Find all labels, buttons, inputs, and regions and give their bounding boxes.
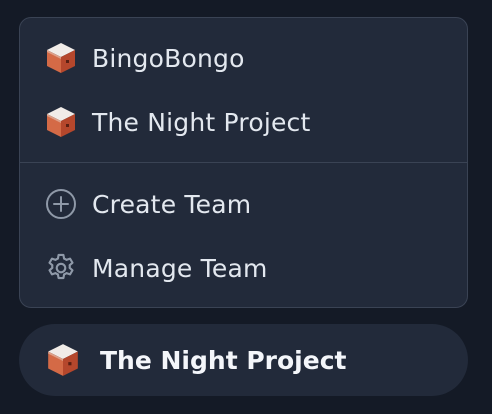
create-team-label: Create Team	[92, 189, 252, 219]
team-switcher: BingoBongo The Night Project Create Team…	[0, 0, 492, 414]
manage-team-button[interactable]: Manage Team	[20, 240, 467, 296]
gear-icon	[44, 251, 78, 285]
team-cube-icon	[44, 41, 78, 75]
menu-divider	[20, 162, 467, 163]
manage-team-label: Manage Team	[92, 253, 268, 283]
menu-item-bingobongo[interactable]: BingoBongo	[20, 30, 467, 86]
team-cube-icon	[44, 105, 78, 139]
menu-item-label: The Night Project	[92, 107, 311, 137]
team-dropdown-menu: BingoBongo The Night Project Create Team…	[19, 17, 468, 308]
current-team-button[interactable]: The Night Project	[19, 324, 468, 396]
menu-item-label: BingoBongo	[92, 43, 245, 73]
current-team-label: The Night Project	[100, 345, 347, 375]
team-cube-icon	[45, 342, 81, 378]
create-team-button[interactable]: Create Team	[20, 176, 467, 232]
plus-circle-icon	[44, 187, 78, 221]
menu-item-the-night-project[interactable]: The Night Project	[20, 94, 467, 150]
